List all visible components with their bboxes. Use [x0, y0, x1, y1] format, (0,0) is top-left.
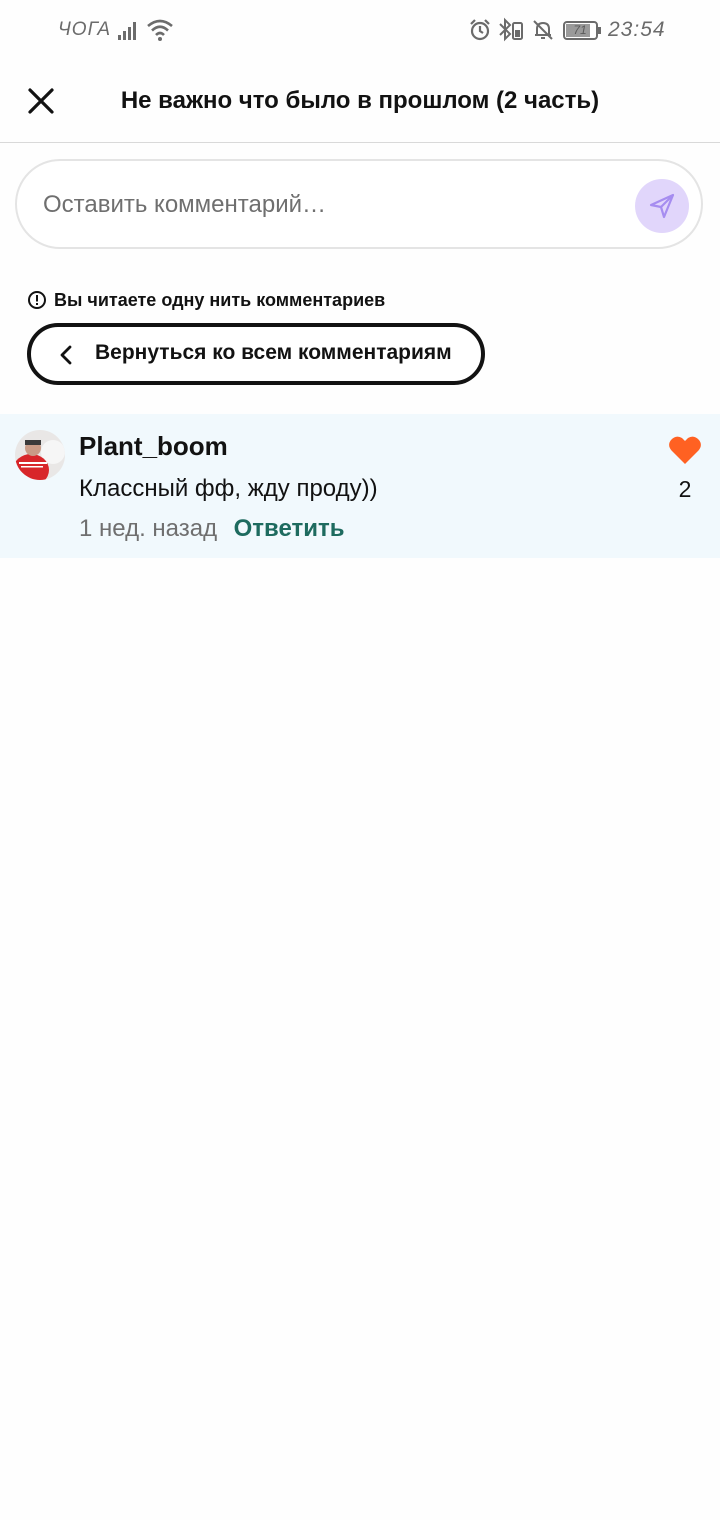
like-count: 2	[678, 476, 692, 502]
comment-composer	[15, 159, 703, 249]
back-to-all-comments-button[interactable]: Вернуться ко всем комментариям	[27, 323, 485, 385]
send-button[interactable]	[635, 179, 689, 233]
wifi-icon	[146, 18, 174, 47]
battery-level: 71	[573, 23, 587, 37]
comment-username[interactable]: Plant_boom	[79, 431, 228, 462]
comment-meta: 1 нед. назад Ответить	[79, 515, 344, 545]
reply-button[interactable]: Ответить	[234, 515, 345, 542]
clock: 23:54	[608, 18, 666, 41]
signal-icon	[118, 19, 140, 46]
back-button-label: Вернуться ко всем комментариям	[95, 341, 452, 364]
close-button[interactable]	[22, 82, 60, 120]
page-title: Не важно что было в прошлом (2 часть)	[120, 87, 600, 114]
thread-notice-text: Вы читаете одну нить комментариев	[54, 290, 386, 310]
info-icon	[27, 290, 47, 316]
heart-icon	[669, 436, 701, 464]
comment-timestamp: 1 нед. назад	[79, 515, 218, 542]
chevron-left-icon	[57, 344, 77, 371]
comments-screen: ЧОГА 71 23:54 Не важно что было в прошло…	[0, 0, 720, 1520]
notifications-off-icon	[531, 18, 555, 47]
close-icon	[28, 88, 54, 114]
comment-input[interactable]	[41, 183, 625, 227]
comment-item: Plant_boom Классный фф, жду проду)) 1 не…	[0, 414, 720, 558]
header: Не важно что было в прошлом (2 часть)	[0, 62, 720, 143]
comment-text: Классный фф, жду проду))	[79, 475, 378, 502]
bluetooth-icon	[497, 17, 525, 48]
avatar[interactable]	[15, 430, 65, 480]
send-icon	[649, 193, 675, 219]
status-bar: ЧОГА 71 23:54	[0, 0, 720, 62]
carrier-name: ЧОГА	[58, 19, 112, 40]
alarm-icon	[468, 18, 492, 47]
like-button[interactable]	[668, 434, 702, 466]
